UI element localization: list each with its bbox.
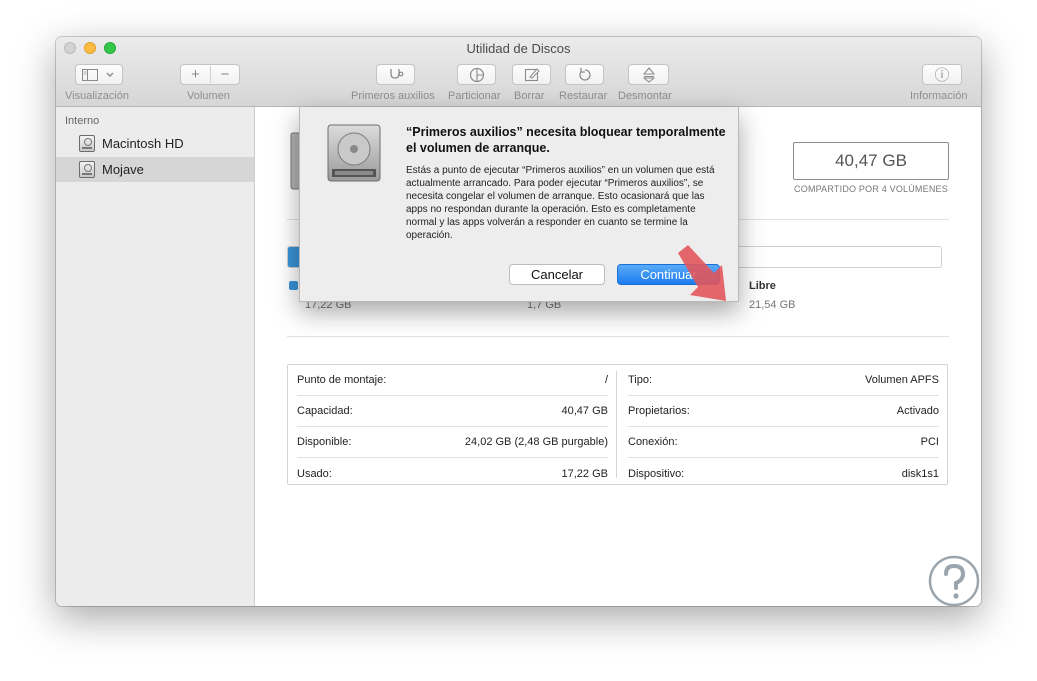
stethoscope-icon [389, 68, 403, 79]
info-row: Tipo: Volumen APFS [628, 365, 939, 396]
first-aid-label: Primeros auxilios [351, 90, 435, 102]
info-value: PCI [920, 436, 939, 448]
volume-label: Volumen [187, 90, 230, 102]
chevron-down-icon [106, 72, 114, 77]
info-value: 40,47 GB [561, 405, 608, 417]
info-label: Punto de montaje: [297, 374, 387, 386]
info-column-left: Punto de montaje: / Capacidad: 40,47 GB Di… [297, 365, 608, 484]
arrow-icon [678, 245, 726, 301]
cancel-button[interactable]: Cancelar [509, 264, 605, 285]
sidebar-item-mojave[interactable]: Mojave [56, 157, 254, 182]
info-value: 17,22 GB [561, 467, 608, 480]
first-aid-button[interactable] [376, 64, 415, 85]
info-value: 24,02 GB (2,48 GB purgable) [464, 436, 608, 448]
info-row: Disponible: 24,02 GB (2,48 GB purgable) [297, 427, 608, 458]
shared-volumes-text: COMPARTIDO POR 4 VOLÚMENES [794, 184, 948, 194]
sidebar-view-icon [82, 68, 98, 81]
erase-icon [524, 68, 540, 82]
info-label: Tipo: [628, 374, 653, 386]
sidebar: Interno Macintosh HD Mojave [56, 107, 255, 606]
info-value: Activado [896, 405, 939, 417]
sidebar-section-internal: Interno [65, 115, 100, 127]
volume-info-table: Punto de montaje: / Capacidad: 40,47 GB Di… [287, 364, 948, 485]
info-value: / [604, 374, 608, 386]
unmount-button[interactable] [628, 64, 669, 85]
capacity-display: 40,47 GB [793, 142, 949, 180]
volume-control: + − [180, 64, 240, 85]
info-row: Punto de montaje: / [297, 365, 608, 396]
info-row: Conexión: PCI [628, 427, 939, 458]
info-row: Capacidad: 40,47 GB [297, 396, 608, 427]
info-column-right: Tipo: Volumen APFS Propietarios: Activado … [628, 365, 939, 484]
info-label: Información [910, 90, 968, 102]
sidebar-item-macintosh-hd[interactable]: Macintosh HD [56, 131, 254, 156]
remove-volume-button[interactable]: − [211, 66, 239, 83]
info-label: Disponible: [297, 436, 352, 448]
hard-disk-icon [79, 135, 95, 152]
divider [287, 336, 949, 337]
info-value: disk1s1 [901, 467, 939, 480]
erase-label: Borrar [514, 90, 545, 102]
legend-used-swatch [289, 281, 298, 290]
info-value: Volumen APFS [865, 374, 939, 386]
restore-label: Restaurar [559, 90, 608, 102]
hard-disk-icon [79, 161, 95, 178]
info-row: Usado: 17,22 GB [297, 458, 608, 489]
dialog-title: “Primeros auxilios” necesita bloquear te… [406, 125, 726, 155]
info-label: Conexión: [628, 436, 678, 448]
info-label: Capacidad: [297, 405, 353, 417]
column-divider [616, 371, 617, 478]
title-bar: Utilidad de Discos Visualización + − Vol… [56, 37, 981, 107]
partition-label: Particionar [448, 90, 501, 102]
sidebar-item-label: Macintosh HD [102, 136, 184, 151]
add-volume-button[interactable]: + [181, 66, 211, 83]
restore-button[interactable] [565, 64, 604, 85]
eject-icon [642, 66, 655, 83]
info-icon: ⓘ [934, 67, 950, 84]
dialog-message: Estás a punto de ejecutar “Primeros auxi… [406, 165, 715, 241]
info-row: Dispositivo: disk1s1 [628, 458, 939, 489]
hard-disk-icon [327, 124, 381, 182]
window-title: Utilidad de Discos [466, 41, 571, 56]
sidebar-item-label: Mojave [102, 162, 144, 177]
unmount-label: Desmontar [618, 90, 672, 102]
info-label: Usado: [297, 467, 332, 480]
info-row: Propietarios: Activado [628, 396, 939, 427]
legend-free-name: Libre [749, 280, 776, 292]
view-label: Visualización [65, 90, 130, 102]
watermark-logo-icon [928, 555, 980, 607]
disk-utility-window: Utilidad de Discos Visualización + − Vol… [56, 37, 981, 606]
first-aid-confirm-dialog: “Primeros auxilios” necesita bloquear te… [299, 107, 739, 302]
info-button[interactable]: ⓘ [922, 64, 962, 85]
legend-free-value: 21,54 GB [749, 299, 796, 311]
partition-button[interactable] [457, 64, 496, 85]
info-label: Propietarios: [628, 405, 690, 417]
pie-icon [469, 67, 484, 82]
erase-button[interactable] [512, 64, 551, 85]
restore-icon [578, 67, 591, 81]
info-label: Dispositivo: [628, 467, 685, 480]
view-button[interactable] [75, 64, 123, 85]
